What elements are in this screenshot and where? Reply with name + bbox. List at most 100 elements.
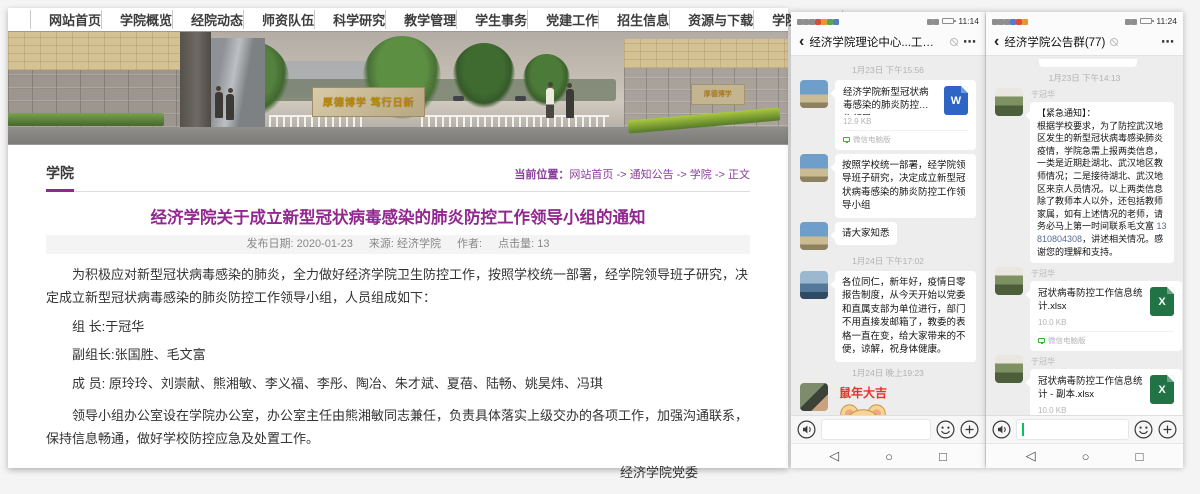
status-time: 11:14 (958, 16, 979, 26)
avatar[interactable] (800, 222, 828, 250)
leader-line: 组 长:于冠华 (46, 315, 750, 338)
file-name: 冠状病毒防控工作信息统计 - 副本.xlsx (1038, 375, 1143, 404)
file-size: 10.0 KB (1038, 318, 1174, 327)
file-card[interactable]: 冠状病毒防控工作信息统计 - 副本.xlsx X 10.0 KB 微信电脑版 (1030, 369, 1182, 415)
plus-icon[interactable] (960, 420, 979, 439)
nav-item-party[interactable]: 党建工作 (527, 10, 598, 29)
nav-back-icon[interactable]: ◁ (1026, 448, 1036, 464)
emoji-icon[interactable] (936, 420, 955, 439)
breadcrumb[interactable]: 当前位置：网站首页 -> 通知公告 -> 学院 -> 正文 (514, 166, 750, 182)
file-card[interactable]: 经济学院新型冠状病毒感染的肺炎防控工作领导... W 12.9 KB 微信电脑版 (835, 80, 976, 150)
status-icons-left (797, 12, 839, 30)
sender-name: 于冠华 (1031, 356, 1055, 367)
voice-icon[interactable] (992, 420, 1011, 439)
nav-item-research[interactable]: 科学研究 (314, 10, 385, 29)
nav-item-student-affairs[interactable]: 学生事务 (456, 10, 527, 29)
sender-name: 于冠华 (1031, 89, 1055, 100)
voice-icon[interactable] (797, 420, 816, 439)
file-name: 冠状病毒防控工作信息统计.xlsx (1038, 287, 1143, 316)
text-message: 请大家知悉 (800, 222, 976, 250)
college-website-window: 网站首页 学院概览 经院动态 师资队伍 科学研究 教学管理 学生事务 党建工作 … (8, 8, 788, 468)
more-icon[interactable]: ⋯ (963, 34, 977, 50)
wechat-announcement-group-screenshot: 11:24 ‹ 经济学院公告群(77) ⋯ 1月23日 下午14:13 于冠华 … (986, 12, 1183, 468)
gate-pillar (180, 32, 211, 131)
nav-home-icon[interactable]: ○ (1082, 449, 1090, 464)
file-source: 微信电脑版 (1048, 335, 1086, 346)
members-line: 成 员: 原玲玲、刘崇献、熊湘敏、李义福、李彤、陶冶、朱才斌、夏蓓、陆畅、姚昊炜… (46, 372, 750, 395)
file-name: 经济学院新型冠状病毒感染的肺炎防控工作领导... (843, 86, 937, 115)
wechat-work-group-screenshot: 11:14 ‹ 经济学院理论中心...工作群2020(14) ⋯ 1月23日 下… (791, 12, 985, 468)
avatar[interactable] (800, 80, 828, 108)
date-divider: 1月23日 下午15:56 (800, 64, 976, 76)
signature: 经济学院党委 (46, 461, 750, 484)
avatar[interactable] (800, 383, 828, 411)
message-input[interactable] (1016, 419, 1129, 440)
chat-title: 经济学院理论中心...工作群2020(14) (809, 34, 945, 50)
message-bubble: 请大家知悉 (835, 222, 897, 245)
file-size: 10.0 KB (1038, 406, 1174, 415)
tree (453, 43, 515, 108)
more-icon[interactable]: ⋯ (1161, 34, 1175, 50)
sender-name: 于冠华 (1031, 268, 1055, 279)
status-icons-right (1125, 12, 1137, 30)
white-fence (421, 115, 608, 127)
file-message: 于冠华 冠状病毒防控工作信息统计 - 副本.xlsx X 10.0 KB 微信电… (995, 355, 1174, 415)
avatar[interactable] (995, 88, 1023, 116)
back-icon[interactable]: ‹ (799, 34, 804, 50)
excel-file-icon: X (1150, 287, 1174, 316)
nav-back-icon[interactable]: ◁ (829, 448, 839, 464)
hedge (8, 113, 164, 126)
message-input[interactable] (821, 419, 931, 440)
emoji-icon[interactable] (1134, 420, 1153, 439)
file-card[interactable]: 冠状病毒防控工作信息统计.xlsx X 10.0 KB 微信电脑版 (1030, 281, 1182, 351)
avatar[interactable] (800, 271, 828, 299)
mute-icon (950, 38, 958, 46)
section-header: 学院 当前位置：网站首页 -> 通知公告 -> 学院 -> 正文 (46, 163, 750, 192)
stone-sign: 厚德博学 笃行日新 (312, 87, 425, 117)
chat-messages[interactable]: 1月23日 下午15:56 经济学院新型冠状病毒感染的肺炎防控工作领导... W… (791, 56, 985, 415)
chat-title: 经济学院公告群(77) (1004, 34, 1105, 50)
article-meta: 发布日期: 2020-01-23 来源: 经济学院 作者: 点击量: 13 (46, 235, 750, 254)
word-file-icon: W (944, 86, 968, 115)
avatar[interactable] (995, 355, 1023, 383)
nav-home-icon[interactable]: ○ (885, 449, 893, 464)
message-bubble: 按照学校统一部署，经学院领导班子研究，决定成立新型冠状病毒感染的肺炎防控工作领导… (835, 154, 976, 218)
sticker-message: 鼠年大吉 (800, 383, 976, 415)
avatar[interactable] (995, 267, 1023, 295)
gate-sign-text-right: 厚德博学 (704, 89, 732, 99)
back-icon[interactable]: ‹ (994, 34, 999, 50)
stone-sign-right: 厚德博学 (691, 84, 746, 105)
plus-icon[interactable] (1158, 420, 1177, 439)
wechat-pc-icon (1038, 338, 1045, 343)
rat-sticker-image[interactable] (835, 402, 891, 415)
nav-recents-icon[interactable]: □ (939, 449, 947, 464)
paragraph: 领导小组办公室设在学院办公室，办公室主任由熊湘敏同志兼任，负责具体落实上级交办的… (46, 404, 750, 451)
mute-icon (1110, 38, 1118, 46)
paragraph: 为积极应对新型冠状病毒感染的肺炎，全力做好经济学院卫生防控工作，按照学校统一部署… (46, 263, 750, 310)
nav-item-home[interactable]: 网站首页 (30, 10, 101, 29)
avatar[interactable] (800, 154, 828, 182)
nav-item-downloads[interactable]: 资源与下载 (669, 10, 753, 29)
site-nav: 网站首页 学院概览 经院动态 师资队伍 科学研究 教学管理 学生事务 党建工作 … (8, 8, 788, 31)
status-icons-right (927, 12, 939, 30)
nav-item-overview[interactable]: 学院概览 (101, 10, 172, 29)
android-nav-bar: ◁ ○ □ (791, 443, 985, 468)
chat-header: ‹ 经济学院公告群(77) ⋯ (986, 29, 1183, 56)
nav-item-teaching[interactable]: 教学管理 (385, 10, 456, 29)
date-divider: 1月24日 晚上19:23 (800, 367, 976, 379)
chat-messages[interactable]: 1月23日 下午14:13 于冠华 【紧急通知】： 根据学校要求，为了防控武汉地… (986, 56, 1183, 415)
android-nav-bar: ◁ ○ □ (986, 443, 1183, 468)
nav-item-faculty[interactable]: 师资队伍 (243, 10, 314, 29)
chat-header: ‹ 经济学院理论中心...工作群2020(14) ⋯ (791, 29, 985, 56)
nav-recents-icon[interactable]: □ (1136, 449, 1144, 464)
text-message: 于冠华 【紧急通知】： 根据学校要求，为了防控武汉地区发生的新型冠状病毒感染肺炎… (995, 88, 1174, 263)
date-divider: 1月23日 下午14:13 (995, 72, 1174, 84)
deputy-line: 副组长:张国胜、毛文富 (46, 343, 750, 366)
battery-icon (942, 18, 954, 24)
hit-count: 13 (537, 238, 549, 250)
nav-item-admissions[interactable]: 招生信息 (598, 10, 669, 29)
text-cursor (1022, 423, 1024, 436)
battery-icon (1140, 18, 1152, 24)
nav-item-news[interactable]: 经院动态 (172, 10, 243, 29)
status-icons-left (992, 12, 1028, 30)
